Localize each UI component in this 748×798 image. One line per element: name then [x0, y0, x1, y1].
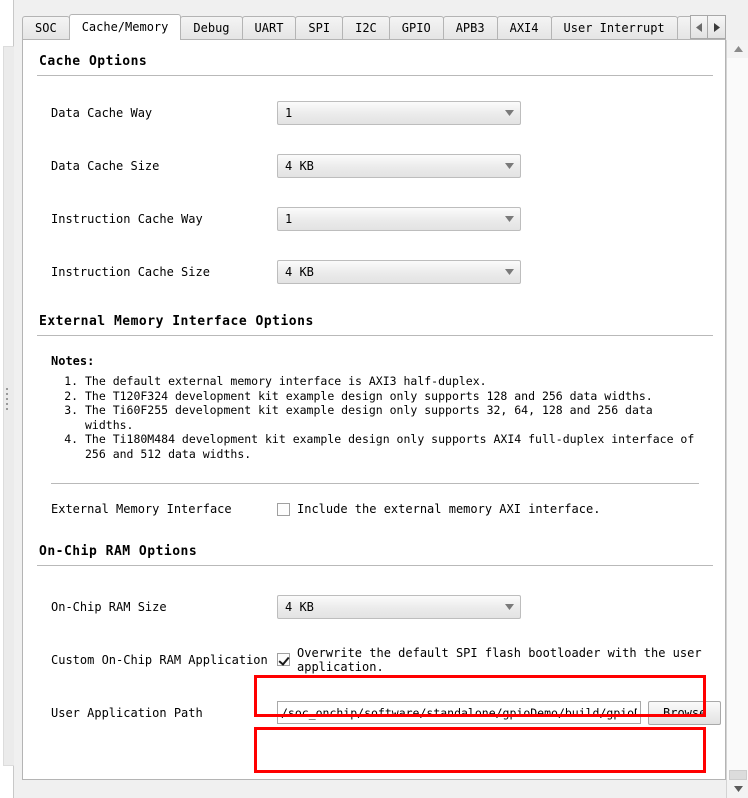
tab-i2c[interactable]: I2C [342, 16, 390, 40]
instruction-cache-way-combobox[interactable]: 1 [277, 206, 521, 231]
onchip-ram-section: On-Chip RAM Options [37, 544, 713, 566]
cache-options-section: Cache Options [37, 54, 713, 76]
tab-bar: SOC Cache/Memory Debug UART SPI I2C GPIO… [14, 14, 748, 40]
cache-options-title: Cache Options [39, 54, 148, 69]
scrollbar-corner [726, 14, 748, 40]
tab-scroll-left-button[interactable] [690, 15, 708, 39]
tab-spi[interactable]: SPI [295, 16, 344, 40]
data-cache-size-combobox[interactable]: 4 KB [277, 153, 521, 178]
data-cache-size-value: 4 KB [285, 158, 314, 173]
instruction-cache-size-combobox[interactable]: 4 KB [277, 259, 521, 284]
tab-list: SOC Cache/Memory Debug UART SPI I2C GPIO… [22, 14, 748, 40]
tab-gpio[interactable]: GPIO [388, 16, 444, 40]
scrollbar-track[interactable] [727, 58, 748, 780]
section-divider [37, 75, 713, 76]
instruction-cache-size-value: 4 KB [285, 264, 314, 279]
tab-axi4[interactable]: AXI4 [496, 16, 552, 40]
onchip-ram-size-combobox[interactable]: 4 KB [277, 594, 521, 619]
row-data-cache-size: Data Cache Size 4 KB [37, 139, 713, 192]
chevron-down-icon [498, 109, 520, 116]
external-memory-interface-checkbox-label: Include the external memory AXI interfac… [297, 502, 601, 516]
scrollbar-thumb[interactable] [729, 770, 747, 780]
tab-debug[interactable]: Debug [180, 16, 243, 40]
list-item: The Ti60F255 development kit example des… [85, 403, 699, 432]
splitter-grip-icon[interactable] [6, 388, 9, 416]
onchip-ram-size-value: 4 KB [285, 599, 314, 614]
notes-list: The default external memory interface is… [51, 374, 699, 461]
overwrite-bootloader-checkbox-label: Overwrite the default SPI flash bootload… [297, 645, 702, 674]
chevron-down-icon [498, 603, 520, 610]
label-instruction-cache-size: Instruction Cache Size [51, 264, 210, 279]
row-onchip-ram-size: On-Chip RAM Size 4 KB [37, 580, 713, 633]
overwrite-bootloader-checkbox-row[interactable]: Overwrite the default SPI flash bootload… [277, 646, 713, 674]
vertical-scrollbar[interactable] [726, 14, 748, 798]
label-data-cache-size: Data Cache Size [51, 158, 160, 173]
soc-configuration-window: SOC Cache/Memory Debug UART SPI I2C GPIO… [0, 0, 748, 798]
external-memory-section: External Memory Interface Options [37, 314, 713, 336]
data-cache-way-combobox[interactable]: 1 [277, 100, 521, 125]
row-user-application-path: User Application Path Browse [37, 686, 722, 739]
tab-apb3[interactable]: APB3 [442, 16, 498, 40]
browse-button[interactable]: Browse [648, 700, 722, 725]
list-item: The T120F324 development kit example des… [85, 389, 699, 404]
left-panel-rail [0, 0, 14, 798]
tab-soc[interactable]: SOC [22, 16, 70, 40]
label-instruction-cache-way: Instruction Cache Way [51, 211, 203, 226]
user-application-path-group: Browse [277, 700, 722, 725]
label-external-memory-interface: External Memory Interface [51, 502, 232, 516]
row-instruction-cache-way: Instruction Cache Way 1 [37, 192, 713, 245]
tab-cache-memory[interactable]: Cache/Memory [68, 14, 182, 40]
row-data-cache-way: Data Cache Way 1 [37, 86, 713, 139]
tab-scroll-right-button[interactable] [708, 15, 726, 39]
label-onchip-ram-size: On-Chip RAM Size [51, 599, 167, 614]
user-application-path-input[interactable] [277, 701, 641, 724]
label-custom-onchip-ram-application: Custom On-Chip RAM Application [51, 652, 268, 667]
row-custom-onchip-ram-application: Custom On-Chip RAM Application Overwrite… [37, 633, 713, 686]
external-memory-interface-checkbox-row[interactable]: Include the external memory AXI interfac… [277, 502, 713, 516]
section-divider [37, 565, 713, 566]
label-data-cache-way: Data Cache Way [51, 105, 153, 120]
row-external-memory-interface: External Memory Interface Include the ex… [37, 484, 713, 534]
chevron-down-icon [498, 268, 520, 275]
list-item: The Ti180M484 development kit example de… [85, 432, 699, 461]
label-user-application-path: User Application Path [51, 705, 203, 720]
cache-memory-tab-panel: Cache Options Data Cache Way 1 Data Cach… [22, 39, 726, 780]
instruction-cache-way-value: 1 [285, 211, 293, 226]
overwrite-bootloader-checkbox[interactable] [277, 653, 290, 666]
data-cache-way-value: 1 [285, 105, 293, 120]
scroll-up-button[interactable] [727, 40, 748, 58]
scroll-down-button[interactable] [727, 780, 748, 798]
external-memory-title: External Memory Interface Options [39, 314, 314, 329]
chevron-down-icon [498, 215, 520, 222]
tab-user-interrupt[interactable]: User Interrupt [550, 16, 678, 40]
tab-uart[interactable]: UART [241, 16, 297, 40]
notes-title: Notes: [51, 354, 95, 368]
onchip-ram-title: On-Chip RAM Options [39, 544, 198, 559]
chevron-down-icon [498, 162, 520, 169]
external-memory-interface-checkbox[interactable] [277, 502, 290, 516]
tab-scroll-buttons [690, 15, 726, 39]
row-instruction-cache-size: Instruction Cache Size 4 KB [37, 245, 713, 298]
list-item: The default external memory interface is… [85, 374, 699, 389]
notes-block: Notes: The default external memory inter… [37, 336, 713, 461]
